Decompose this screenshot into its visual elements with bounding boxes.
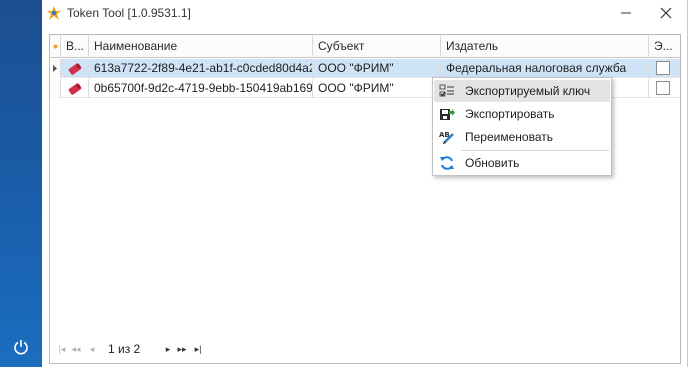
- row-indicator: [50, 59, 61, 78]
- next-page-icon[interactable]: ▸: [162, 341, 174, 357]
- table-row[interactable]: 613a7722-2f89-4e21-ab1f-c0cded80d4a2 ООО…: [50, 59, 680, 78]
- app-logo-icon: [46, 5, 62, 21]
- prev-group-icon[interactable]: ◂◂: [70, 341, 82, 357]
- page-info: 1 из 2: [108, 342, 141, 356]
- menu-item-label: Переименовать: [465, 130, 553, 144]
- cell-subject: ООО "ФРИМ": [313, 59, 441, 78]
- cell-name: 0b65700f-9d2c-4719-9ebb-150419ab169d: [89, 79, 313, 98]
- close-icon: [660, 7, 672, 19]
- column-header-subject[interactable]: Субъект: [313, 35, 441, 58]
- export-key-icon: [439, 83, 455, 99]
- minimize-button[interactable]: [606, 0, 646, 26]
- left-rail: [0, 0, 42, 367]
- close-button[interactable]: [646, 0, 686, 26]
- refresh-icon: [439, 155, 455, 171]
- row-header-corner: [50, 35, 61, 58]
- cell-subject: ООО "ФРИМ": [313, 79, 441, 98]
- menu-item-label: Экспортируемый ключ: [465, 84, 591, 98]
- export-checkbox[interactable]: [656, 61, 670, 75]
- token-icon: [61, 59, 89, 78]
- title-bar: Token Tool [1.0.9531.1]: [42, 0, 688, 26]
- power-icon[interactable]: [12, 338, 30, 356]
- menu-item-refresh[interactable]: Обновить: [434, 152, 610, 174]
- last-page-icon[interactable]: ▸|: [192, 341, 204, 357]
- first-page-icon[interactable]: |◂: [56, 341, 68, 357]
- prev-page-icon[interactable]: ◂: [86, 341, 98, 357]
- menu-item-rename[interactable]: AB Переименовать: [434, 126, 610, 148]
- menu-item-exportable-key[interactable]: Экспортируемый ключ: [434, 80, 610, 102]
- export-icon: [439, 106, 455, 122]
- cell-issuer: Федеральная налоговая служба: [441, 59, 649, 78]
- column-header-issuer[interactable]: Издатель: [441, 35, 649, 58]
- next-group-icon[interactable]: ▸▸: [176, 341, 188, 357]
- app-window: Token Tool [1.0.9531.1] В... Наименовани…: [42, 0, 688, 367]
- rename-icon: AB: [439, 129, 455, 145]
- token-icon: [61, 79, 89, 98]
- column-header-export[interactable]: Э...: [649, 35, 680, 58]
- menu-item-label: Экспортировать: [465, 107, 555, 121]
- context-menu: Экспортируемый ключ Экспортировать AB Пе…: [432, 77, 612, 176]
- pager: |◂ ◂◂ ◂ 1 из 2 ▸ ▸▸ ▸|: [56, 341, 256, 357]
- menu-item-label: Обновить: [465, 156, 520, 170]
- menu-item-export[interactable]: Экспортировать: [434, 103, 610, 125]
- row-indicator: [50, 79, 61, 98]
- cell-name: 613a7722-2f89-4e21-ab1f-c0cded80d4a2: [89, 59, 313, 78]
- menu-separator: [461, 150, 609, 151]
- export-checkbox[interactable]: [656, 81, 670, 95]
- grid-header: В... Наименование Субъект Издатель Э...: [50, 35, 680, 58]
- column-header-name[interactable]: Наименование: [89, 35, 313, 58]
- window-title: Token Tool [1.0.9531.1]: [67, 6, 191, 20]
- column-header-v[interactable]: В...: [61, 35, 89, 58]
